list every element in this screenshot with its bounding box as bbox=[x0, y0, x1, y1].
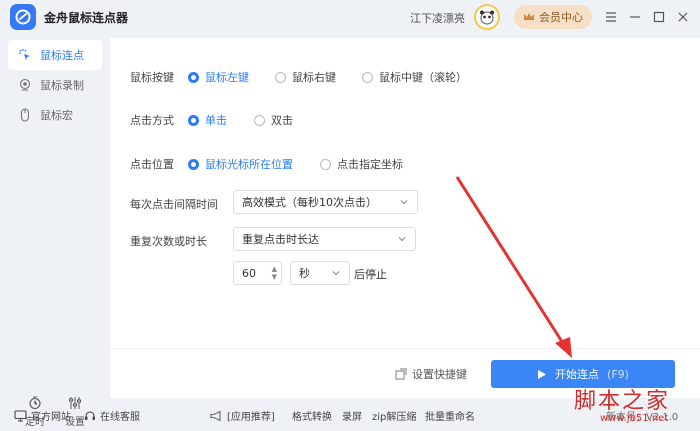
app-title: 金舟鼠标连点器 bbox=[44, 11, 129, 25]
radio-single-click[interactable]: 单击 bbox=[188, 112, 227, 128]
repeat-select[interactable]: 重复点击时长达 bbox=[233, 227, 416, 251]
radio-fixed-coordinate[interactable]: 点击指定坐标 bbox=[320, 156, 403, 172]
vip-center-button[interactable]: 会员中心 bbox=[514, 5, 592, 29]
footer-link-label: 录屏 bbox=[342, 412, 362, 423]
menu-icon[interactable] bbox=[602, 8, 620, 26]
radio-left-button[interactable]: 鼠标左键 bbox=[188, 69, 249, 85]
app-logo-icon bbox=[10, 4, 36, 30]
cursor-click-icon bbox=[19, 49, 30, 60]
watermark-url: www.jb51.net bbox=[600, 413, 669, 424]
sidebar: 鼠标连点 鼠标录制 鼠标宏 定时 设置 bbox=[0, 38, 110, 428]
radio-label: 点击指定坐标 bbox=[337, 158, 403, 171]
interval-select[interactable]: 高效模式（每秒10次点击） bbox=[233, 190, 418, 214]
repeat-label: 重复次数或时长 bbox=[130, 235, 207, 248]
click-mode-label: 点击方式 bbox=[130, 114, 174, 127]
vip-center-label: 会员中心 bbox=[539, 11, 583, 24]
footer-link-label: zip解压缩 bbox=[372, 412, 417, 423]
official-website-link[interactable]: 官方网站 bbox=[14, 408, 71, 423]
repeat-value: 重复点击时长达 bbox=[242, 233, 319, 246]
chevron-down-icon bbox=[398, 237, 406, 242]
app-recommend: [应用推荐] bbox=[210, 408, 275, 423]
radio-label: 鼠标光标所在位置 bbox=[205, 158, 293, 171]
title-bar: 金舟鼠标连点器 江下凌漂亮 会员中心 bbox=[0, 0, 700, 34]
radio-label: 鼠标右键 bbox=[292, 71, 336, 84]
radio-cursor-position[interactable]: 鼠标光标所在位置 bbox=[188, 156, 293, 172]
radio-label: 双击 bbox=[271, 114, 293, 127]
record-icon bbox=[19, 78, 31, 91]
online-support-label: 在线客服 bbox=[100, 412, 140, 423]
shortcut-icon bbox=[395, 368, 407, 380]
start-hotkey: (F9) bbox=[607, 367, 629, 381]
avatar[interactable] bbox=[474, 4, 500, 30]
sidebar-item-click[interactable]: 鼠标连点 bbox=[8, 40, 102, 70]
radio-middle-button[interactable]: 鼠标中键（滚轮） bbox=[362, 69, 467, 85]
app-recommend-label: [应用推荐] bbox=[227, 412, 275, 423]
radio-label: 鼠标左键 bbox=[205, 71, 249, 84]
minimize-icon[interactable] bbox=[626, 8, 644, 26]
footer-link-zip[interactable]: zip解压缩 bbox=[372, 408, 416, 423]
mouse-button-label: 鼠标按键 bbox=[130, 71, 174, 84]
sidebar-item-macro[interactable]: 鼠标宏 bbox=[8, 100, 102, 130]
interval-value: 高效模式（每秒10次点击） bbox=[242, 196, 377, 209]
username[interactable]: 江下凌漂亮 bbox=[410, 10, 465, 26]
set-shortcut-label: 设置快捷键 bbox=[412, 368, 467, 381]
radio-dot bbox=[275, 71, 286, 83]
footer-link-batch-rename[interactable]: 批量重命名 bbox=[425, 408, 475, 423]
duration-value: 60 bbox=[242, 266, 256, 280]
sidebar-item-record[interactable]: 鼠标录制 bbox=[8, 70, 102, 100]
monitor-icon bbox=[14, 409, 27, 422]
radio-dot bbox=[362, 71, 373, 83]
official-website-label: 官方网站 bbox=[31, 412, 71, 423]
watermark: 脚本之家 www.jb51.net bbox=[560, 383, 700, 431]
sidebar-item-label: 鼠标录制 bbox=[40, 79, 84, 92]
radio-dot bbox=[188, 158, 199, 170]
maximize-icon[interactable] bbox=[650, 8, 668, 26]
radio-dot bbox=[188, 71, 199, 83]
settings-panel: 鼠标按键 鼠标左键 鼠标右键 鼠标中键（滚轮） 点击方式 单击 双击 点击位置 … bbox=[110, 38, 700, 348]
sidebar-item-label: 鼠标连点 bbox=[40, 49, 84, 62]
footer-link-screen-record[interactable]: 录屏 bbox=[342, 408, 362, 423]
stepper-arrows-icon[interactable]: ▲ ▼ bbox=[272, 265, 277, 281]
radio-label: 鼠标中键（滚轮） bbox=[379, 71, 467, 84]
watermark-text: 脚本之家 bbox=[574, 389, 671, 414]
radio-dot bbox=[188, 114, 199, 126]
set-shortcut-button[interactable]: 设置快捷键 bbox=[395, 366, 467, 382]
radio-double-click[interactable]: 双击 bbox=[254, 112, 293, 128]
radio-dot bbox=[254, 114, 265, 126]
chevron-down-icon bbox=[400, 200, 408, 205]
headset-icon bbox=[85, 410, 95, 420]
start-label: 开始连点 bbox=[555, 368, 600, 381]
footer-link-label: 批量重命名 bbox=[425, 412, 475, 423]
play-icon bbox=[538, 369, 547, 379]
duration-suffix: 后停止 bbox=[354, 268, 387, 281]
chevron-down-icon bbox=[332, 271, 340, 276]
interval-label: 每次点击间隔时间 bbox=[130, 198, 218, 211]
duration-unit: 秒 bbox=[299, 267, 310, 280]
radio-label: 单击 bbox=[205, 114, 227, 127]
radio-right-button[interactable]: 鼠标右键 bbox=[275, 69, 336, 85]
radio-dot bbox=[320, 158, 331, 170]
crown-icon bbox=[524, 13, 534, 20]
megaphone-icon bbox=[210, 410, 221, 421]
mouse-icon bbox=[20, 108, 30, 122]
duration-unit-select[interactable]: 秒 bbox=[290, 261, 350, 285]
footer-link-label: 格式转换 bbox=[292, 412, 332, 423]
footer-link-format-convert[interactable]: 格式转换 bbox=[292, 408, 332, 423]
duration-stepper[interactable]: 60 ▲ ▼ bbox=[233, 261, 282, 285]
sidebar-item-label: 鼠标宏 bbox=[40, 109, 73, 122]
click-position-label: 点击位置 bbox=[130, 158, 174, 171]
online-support-link[interactable]: 在线客服 bbox=[84, 408, 140, 423]
close-icon[interactable] bbox=[674, 8, 692, 26]
